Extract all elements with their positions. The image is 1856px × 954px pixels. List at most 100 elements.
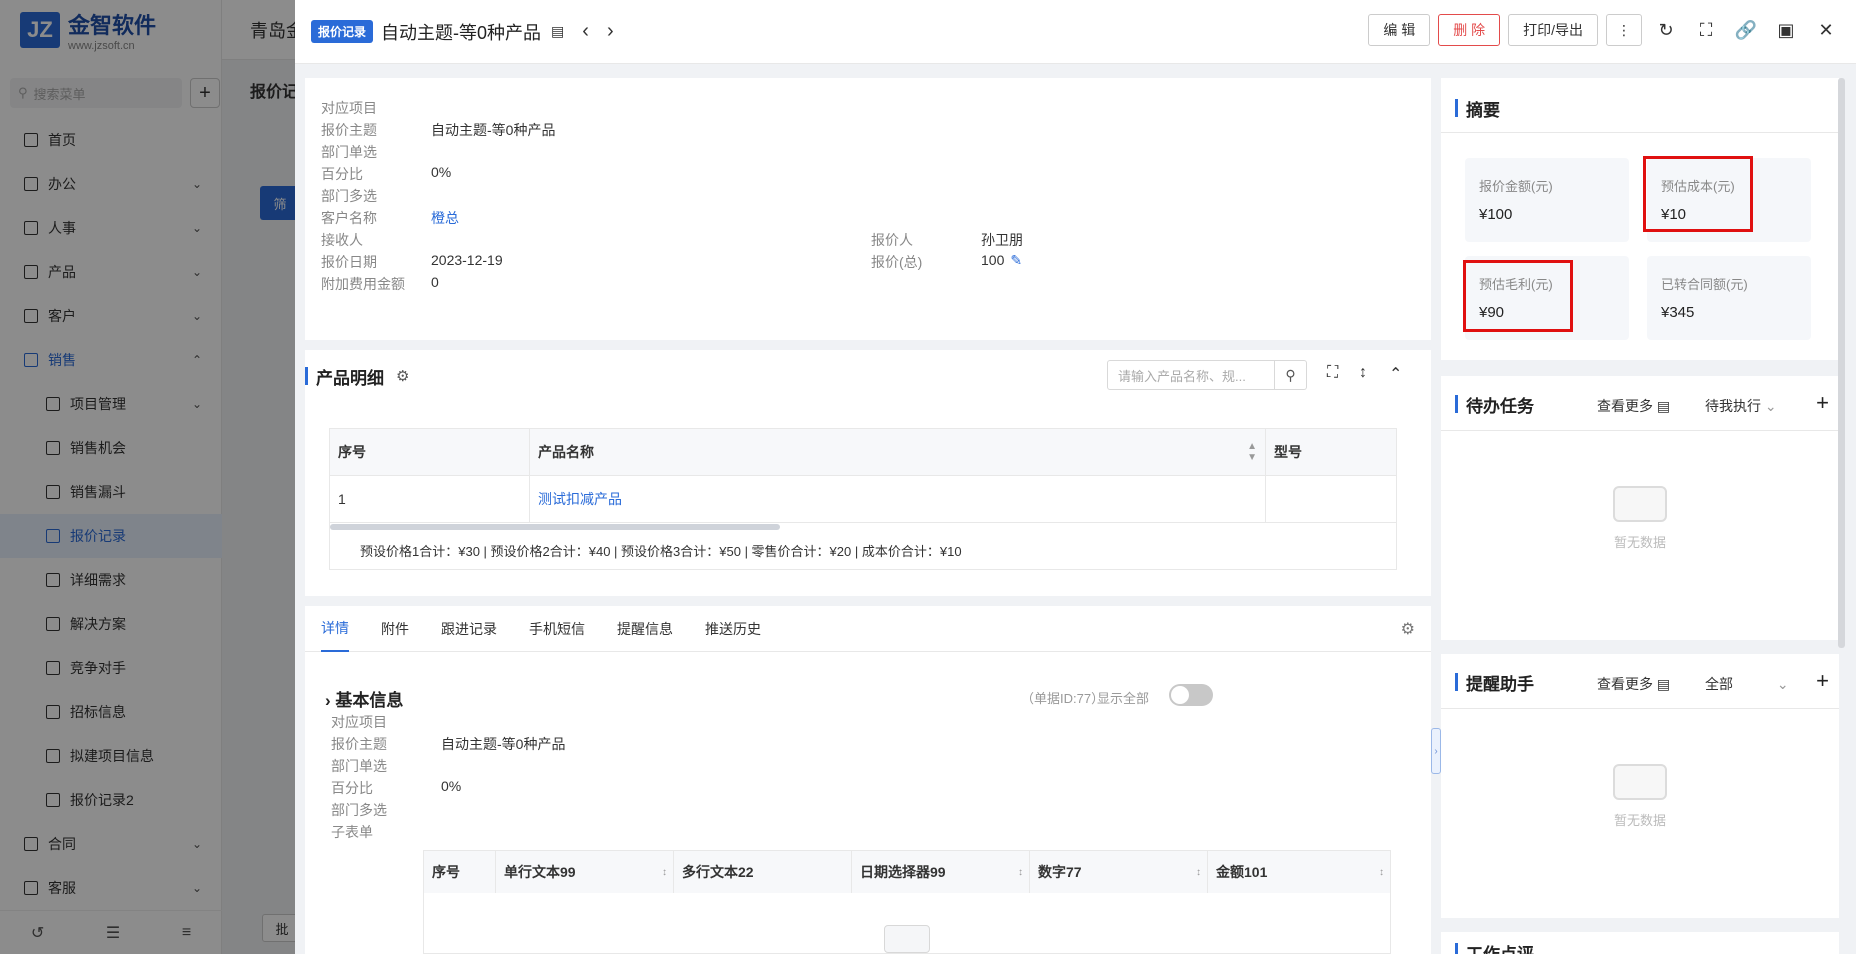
tab-reminders[interactable]: 提醒信息 [617,606,673,652]
close-icon[interactable]: ✕ [1810,14,1842,46]
product-search-input[interactable]: 请输入产品名称、规... [1107,360,1275,390]
search-icon[interactable]: ⚲ [1275,360,1307,390]
laptop-icon[interactable]: ▣ [1770,14,1802,46]
section-title-text: 待办任务 [1466,396,1534,416]
field-label: 附加费用金额 [321,276,405,292]
right-panel-scrollbar[interactable] [1838,78,1845,648]
column-header-label: 数字77 [1038,864,1082,880]
field-label: 部门单选 [331,758,387,774]
sort-icon[interactable]: ▲ ▼ [1247,441,1257,463]
gear-icon[interactable]: ⚙ [1401,619,1415,639]
view-more-link[interactable]: 查看更多 ▤ [1597,674,1670,694]
sort-icon[interactable]: ↕ [1379,867,1384,878]
reminder-filter-select[interactable]: 全部 ⌄ [1705,674,1789,694]
field-row: 对应项目 [331,712,441,732]
sort-icon[interactable]: ↕ [1018,867,1023,878]
tab-follow-up[interactable]: 跟进记录 [441,606,497,652]
field-row: 部门多选 [331,800,441,820]
show-all-toggle[interactable] [1169,684,1213,706]
field-value: 孙卫朋 [981,232,1023,248]
tab-sms[interactable]: 手机短信 [529,606,585,652]
field-row: 部门多选 [321,186,431,206]
product-name-link[interactable]: 测试扣减产品 [538,489,622,509]
stat-label: 报价金额(元) [1479,179,1553,194]
divider [1441,430,1839,431]
tab-attachments[interactable]: 附件 [381,606,409,652]
field-row: 子表单 [331,822,441,842]
section-title-text: 基本信息 [335,691,404,710]
stat-label: 已转合同额(元) [1661,277,1748,292]
share-icon[interactable]: ▤ [551,23,564,40]
drawer-header: 报价记录 自动主题-等0种产品 ▤ ‹ › 编 辑 删 除 打印/导出 ⋮ ↻ … [295,0,1856,64]
column-header[interactable]: 数字77 ↕ [1030,851,1208,893]
collapse-right-panel-handle[interactable]: › [1431,728,1441,774]
add-reminder-icon[interactable]: + [1816,668,1829,694]
field-row: 报价主题 自动主题-等0种产品 [331,734,565,754]
expand-vertical-icon[interactable]: ↕ [1359,364,1367,382]
add-task-icon[interactable]: + [1816,390,1829,416]
field-label: 报价(总) [871,254,923,270]
column-header-name[interactable]: 产品名称 ▲ ▼ [530,429,1266,475]
link-icon[interactable]: 🔗 [1730,14,1762,46]
chevron-right-icon: › [325,691,336,710]
view-more-label: 查看更多 [1597,676,1653,692]
customer-link[interactable]: 橙总 [431,208,459,228]
scrollbar-thumb[interactable] [330,524,780,530]
field-row: 报价主题 自动主题-等0种产品 [321,120,555,140]
refresh-icon[interactable]: ↻ [1650,14,1682,46]
more-vertical-icon[interactable]: ⋮ [1606,14,1642,46]
highlight-box [1463,260,1573,332]
table-row: 1 测试扣减产品 [330,476,1396,523]
field-label: 客户名称 [321,210,377,226]
field-value: 0 [431,274,439,290]
view-more-label: 查看更多 [1597,398,1653,414]
previous-record-icon[interactable]: ‹ [582,20,589,43]
view-more-link[interactable]: 查看更多 ▤ [1597,396,1670,416]
field-value: 自动主题-等0种产品 [441,736,566,752]
column-header[interactable]: 金额101 ↕ [1208,851,1390,893]
horizontal-scrollbar[interactable] [330,523,1396,531]
chevron-double-up-icon[interactable]: ⌃ [1389,364,1402,384]
edit-button[interactable]: 编 辑 [1368,14,1431,46]
sort-icon[interactable]: ↕ [1196,867,1201,878]
section-title-text: 工作点评 [1466,944,1534,954]
fullscreen-icon[interactable]: ⛶ [1327,364,1338,382]
product-name-cell: 测试扣减产品 [530,476,1266,522]
column-header: 多行文本22 [674,851,852,893]
column-header-model: 型号 [1274,444,1302,460]
delete-button[interactable]: 删 除 [1438,14,1501,46]
product-detail-card: 产品明细 ⚙ 请输入产品名称、规... ⚲ ⛶ ↕ ⌃ 序号 产品名称 ▲ ▼ 型号 … [305,350,1431,596]
field-value: 自动主题-等0种产品 [431,122,556,138]
basic-info-title[interactable]: › 基本信息 [325,686,403,711]
product-model-cell [1266,476,1396,522]
tab-details[interactable]: 详情 [321,606,349,652]
edit-pencil-icon[interactable]: ✎ [1010,252,1022,272]
field-value: 100 [981,252,1005,268]
field-row: 附加费用金额 0 [321,274,439,294]
field-row: 百分比 0% [331,778,461,798]
record-type-tag: 报价记录 [311,20,374,43]
drawer-title: 自动主题-等0种产品 [381,22,542,43]
field-label: 接收人 [321,232,363,248]
sort-icon[interactable]: ↕ [662,867,667,878]
field-value: 0% [441,778,462,794]
field-label: 对应项目 [331,714,387,730]
field-label: 报价人 [871,232,913,248]
book-icon: ▤ [1656,398,1671,414]
empty-state: 暂无数据 [1605,486,1675,551]
todo-filter-select[interactable]: 待我执行 ⌄ [1705,396,1777,416]
divider [1441,708,1839,709]
column-header[interactable]: 日期选择器99 ↕ [852,851,1030,893]
field-label: 报价主题 [331,736,387,752]
print-export-button[interactable]: 打印/导出 [1508,14,1598,46]
section-title-text: 产品明细 [316,368,384,388]
fullscreen-icon[interactable]: ⛶ [1690,14,1722,46]
gear-icon[interactable]: ⚙ [396,367,409,385]
work-review-title: 工作点评 [1455,940,1534,954]
next-record-icon[interactable]: › [607,20,614,43]
field-label: 部门多选 [321,188,377,204]
column-header[interactable]: 单行文本99 ↕ [496,851,674,893]
empty-inbox-icon [1613,486,1667,522]
stat-contract-amount: 已转合同额(元) ¥345 [1647,256,1811,340]
tab-push-history[interactable]: 推送历史 [705,606,761,652]
